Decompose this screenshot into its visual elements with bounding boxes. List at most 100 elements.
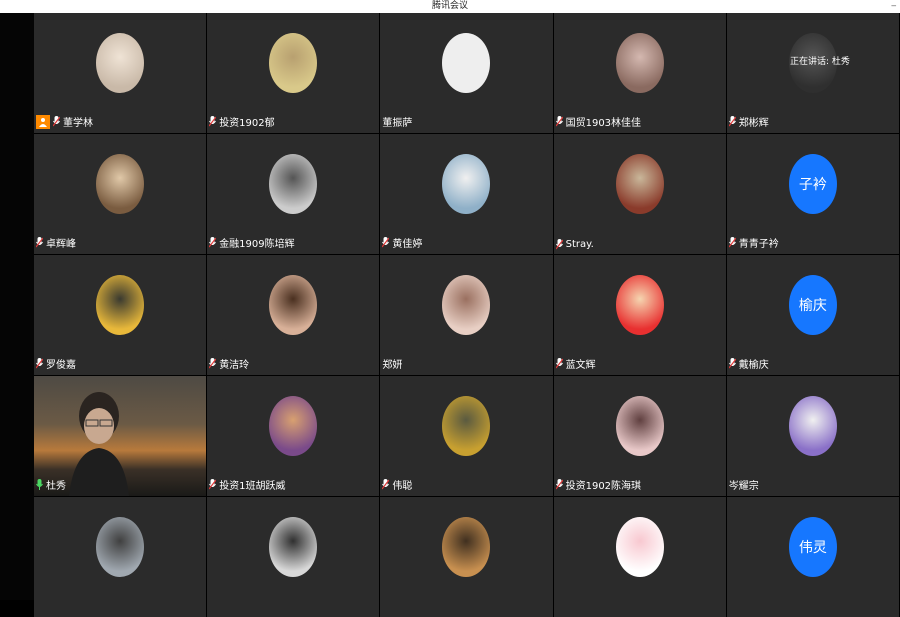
participant-label: 黄洁玲 xyxy=(208,356,250,371)
avatar xyxy=(442,275,491,335)
avatar xyxy=(269,517,318,577)
participant-name: Stray. xyxy=(565,239,594,250)
window-title: 腾讯会议 xyxy=(431,1,468,11)
participant-name: 郑彬辉 xyxy=(738,118,769,129)
mic-on-icon[interactable] xyxy=(36,479,43,490)
avatar: 伟灵 xyxy=(788,517,837,577)
avatar xyxy=(269,154,318,214)
participant-tile[interactable]: 郑彬辉 xyxy=(726,13,899,133)
participant-name: 投资1902郁 xyxy=(219,118,275,129)
participant-label: 投资1902郁 xyxy=(208,114,275,129)
participant-tile[interactable]: 投资1902郁 xyxy=(207,13,380,133)
participant-name: 岑耀宗 xyxy=(728,481,759,492)
mic-muted-icon[interactable] xyxy=(728,358,737,369)
participant-tile[interactable]: Stray. xyxy=(553,134,726,254)
participant-tile[interactable]: 伟灵 xyxy=(726,497,899,617)
minimize-button[interactable]: _ xyxy=(892,0,897,7)
participant-name: 黄佳婷 xyxy=(392,239,423,250)
participant-name: 金融1909陈培辉 xyxy=(219,239,295,250)
participant-tile[interactable] xyxy=(34,497,207,617)
host-icon xyxy=(36,114,50,129)
participant-tile[interactable]: 杜秀 xyxy=(34,376,207,496)
participant-name: 黄洁玲 xyxy=(219,360,250,371)
mic-muted-icon[interactable] xyxy=(208,237,217,248)
participant-name: 蓝文辉 xyxy=(565,360,596,371)
mic-muted-icon[interactable] xyxy=(555,116,564,127)
avatar xyxy=(442,517,491,577)
participant-tile[interactable]: 伟聪 xyxy=(380,376,553,496)
participant-grid: 董学林 投资1902郁 董振萨 国贸1903林佳佳 郑彬辉卓辉峰 金融1909陈培辉 黄佳婷… xyxy=(34,13,900,617)
participant-label: 戴榆庆 xyxy=(728,356,769,371)
participant-tile[interactable] xyxy=(553,497,726,617)
participant-tile[interactable] xyxy=(380,497,553,617)
participant-label: 罗俊嘉 xyxy=(35,356,76,371)
mic-muted-icon[interactable] xyxy=(35,237,44,248)
participant-tile[interactable]: 投资1班胡跃威 xyxy=(207,376,380,496)
participant-label: 郑彬辉 xyxy=(728,114,769,129)
participant-name: 董学林 xyxy=(63,118,93,129)
participant-name: 国贸1903林佳佳 xyxy=(565,118,642,129)
participant-label: 金融1909陈培辉 xyxy=(208,235,295,250)
mic-muted-icon[interactable] xyxy=(555,358,564,369)
mic-muted-icon[interactable] xyxy=(728,116,737,127)
participant-label: 蓝文辉 xyxy=(555,356,596,371)
participant-tile[interactable]: 蓝文辉 xyxy=(553,255,726,375)
mic-muted-icon[interactable] xyxy=(35,358,44,369)
participant-label: 投资1902陈海琪 xyxy=(555,477,642,492)
participant-tile[interactable]: 黄洁玲 xyxy=(207,255,380,375)
left-strip xyxy=(0,13,34,600)
participant-label: Stray. xyxy=(555,239,594,250)
avatar xyxy=(269,396,318,456)
avatar xyxy=(615,396,664,456)
participant-label: 国贸1903林佳佳 xyxy=(555,114,642,129)
participant-name: 罗俊嘉 xyxy=(46,360,76,371)
participant-name: 青青子衿 xyxy=(738,239,779,250)
mic-muted-icon[interactable] xyxy=(208,479,217,490)
participant-tile[interactable]: 岑耀宗 xyxy=(726,376,899,496)
participant-label: 卓辉峰 xyxy=(35,235,76,250)
participant-name: 戴榆庆 xyxy=(738,360,769,371)
participant-tile[interactable]: 卓辉峰 xyxy=(34,134,207,254)
avatar xyxy=(442,396,491,456)
mic-muted-icon[interactable] xyxy=(52,116,61,127)
avatar xyxy=(269,275,318,335)
participant-tile[interactable]: 董振萨 xyxy=(380,13,553,133)
avatar xyxy=(788,396,837,456)
avatar xyxy=(615,154,664,214)
mic-muted-icon[interactable] xyxy=(555,239,564,250)
mic-muted-icon[interactable] xyxy=(381,237,390,248)
avatar xyxy=(442,154,491,214)
mic-muted-icon[interactable] xyxy=(728,237,737,248)
participant-tile[interactable]: 投资1902陈海琪 xyxy=(553,376,726,496)
participant-name: 郑妍 xyxy=(382,360,403,371)
avatar xyxy=(615,517,664,577)
participant-tile[interactable]: 董学林 xyxy=(34,13,207,133)
participant-name: 杜秀 xyxy=(46,481,66,492)
participant-label: 岑耀宗 xyxy=(729,477,759,492)
participant-tile[interactable]: 金融1909陈培辉 xyxy=(207,134,380,254)
participant-label: 青青子衿 xyxy=(728,235,779,250)
avatar xyxy=(269,33,318,93)
title-bar: 腾讯会议 _ xyxy=(0,0,900,13)
participant-name: 董振萨 xyxy=(382,118,413,129)
avatar: 子衿 xyxy=(788,154,837,214)
participant-tile[interactable]: 郑妍 xyxy=(380,255,553,375)
participant-name: 投资1班胡跃威 xyxy=(219,481,286,492)
participant-tile[interactable]: 子衿青青子衿 xyxy=(726,134,899,254)
participant-label: 董学林 xyxy=(36,114,93,129)
participant-tile[interactable] xyxy=(207,497,380,617)
participant-name: 投资1902陈海琪 xyxy=(565,481,642,492)
participant-tile[interactable]: 黄佳婷 xyxy=(380,134,553,254)
mic-muted-icon[interactable] xyxy=(555,479,564,490)
participant-name: 伟聪 xyxy=(392,481,413,492)
mic-muted-icon[interactable] xyxy=(208,358,217,369)
avatar xyxy=(442,33,491,93)
speaking-indicator: 正在讲话: 杜秀 xyxy=(790,57,850,67)
participant-tile[interactable]: 罗俊嘉 xyxy=(34,255,207,375)
mic-muted-icon[interactable] xyxy=(208,116,217,127)
mic-muted-icon[interactable] xyxy=(381,479,390,490)
avatar: 榆庆 xyxy=(788,275,837,335)
participant-tile[interactable]: 榆庆戴榆庆 xyxy=(726,255,899,375)
participant-label: 杜秀 xyxy=(36,477,66,492)
participant-tile[interactable]: 国贸1903林佳佳 xyxy=(553,13,726,133)
